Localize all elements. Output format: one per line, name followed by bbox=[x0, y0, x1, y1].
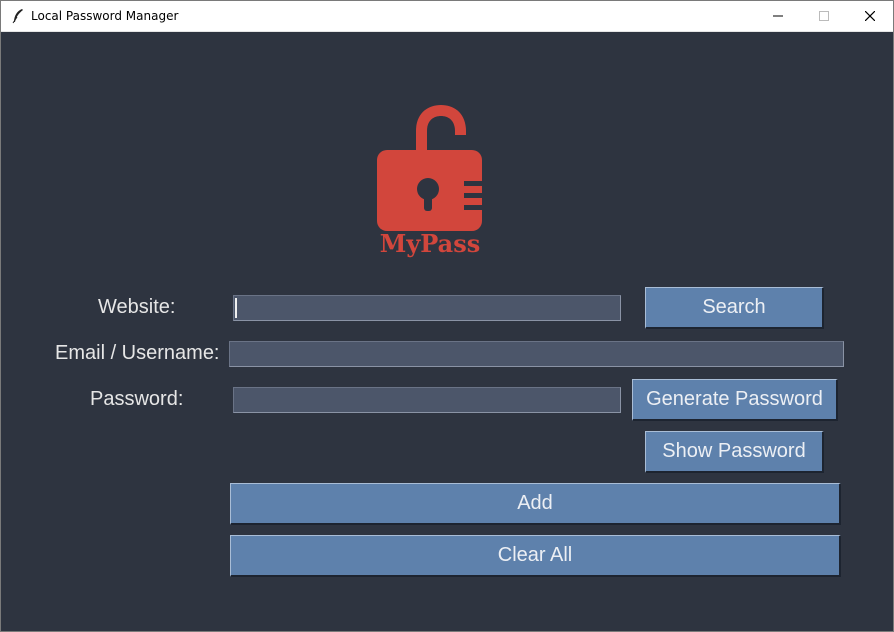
close-button[interactable] bbox=[847, 1, 893, 31]
app-window: Local Password Manager MyPass Website: S… bbox=[0, 0, 894, 632]
close-icon bbox=[865, 11, 875, 21]
email-username-label: Email / Username: bbox=[55, 342, 220, 364]
clear-all-button[interactable]: Clear All bbox=[230, 535, 841, 577]
show-password-button[interactable]: Show Password bbox=[645, 431, 824, 473]
generate-password-button[interactable]: Generate Password bbox=[632, 379, 838, 421]
search-button[interactable]: Search bbox=[645, 287, 824, 329]
maximize-icon bbox=[819, 11, 829, 21]
add-button[interactable]: Add bbox=[230, 483, 841, 525]
window-title: Local Password Manager bbox=[31, 9, 179, 23]
password-input[interactable] bbox=[233, 387, 621, 413]
text-cursor bbox=[235, 298, 237, 318]
website-input[interactable] bbox=[233, 295, 621, 321]
title-bar: Local Password Manager bbox=[1, 1, 893, 32]
minimize-button[interactable] bbox=[755, 1, 801, 31]
password-label: Password: bbox=[90, 388, 184, 410]
maximize-button[interactable] bbox=[801, 1, 847, 31]
feather-icon bbox=[12, 9, 23, 24]
website-label: Website: bbox=[98, 296, 176, 318]
email-username-input[interactable] bbox=[229, 341, 844, 367]
minimize-icon bbox=[773, 15, 783, 17]
logo-text: MyPass bbox=[379, 229, 481, 258]
